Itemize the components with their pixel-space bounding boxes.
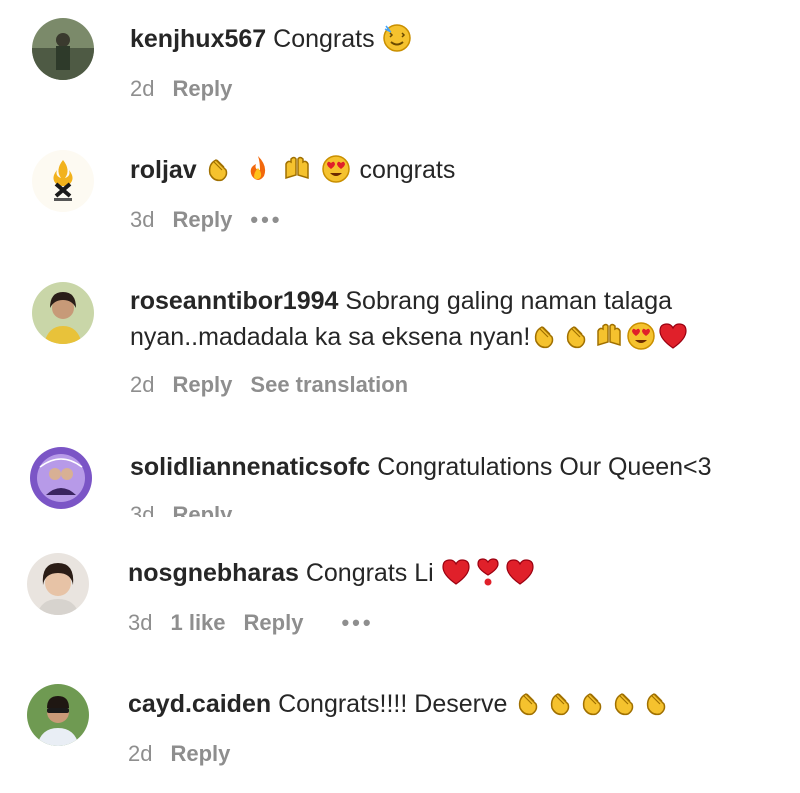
comment-age: 3d xyxy=(128,610,153,635)
more-options-icon[interactable]: ••• xyxy=(341,610,373,635)
comment-text: Sobrang galing naman talaga xyxy=(345,287,673,315)
clap-emoji-icon xyxy=(578,688,608,718)
clap-emoji-icon xyxy=(514,688,544,718)
raised-hands-emoji-icon xyxy=(282,154,312,184)
comment-text: Congratulations Our Queen<3 xyxy=(377,453,712,481)
reply-button[interactable]: Reply xyxy=(244,610,304,635)
reply-button[interactable]: Reply xyxy=(172,207,232,232)
heart-eyes-emoji-icon xyxy=(321,154,351,184)
comment-text: Congrats!!!! Deserve xyxy=(278,690,508,718)
crop-edge xyxy=(0,517,800,529)
fire-emoji-icon xyxy=(243,154,273,184)
heart-exclamation-emoji-icon xyxy=(473,557,503,587)
clap-emoji-icon xyxy=(530,321,560,351)
avatar[interactable] xyxy=(32,18,94,80)
more-options-icon[interactable]: ••• xyxy=(250,207,282,232)
comment-text: Congrats Li xyxy=(305,559,434,587)
comment-age: 3d xyxy=(130,207,155,232)
avatar[interactable] xyxy=(27,684,89,746)
username[interactable]: solidliannenaticsofc xyxy=(130,453,370,481)
username[interactable]: roseanntibor1994 xyxy=(130,287,338,315)
see-translation-button[interactable]: See translation xyxy=(250,372,408,397)
username[interactable]: nosgnebharas xyxy=(128,559,299,587)
clap-emoji-icon xyxy=(546,688,576,718)
username[interactable]: cayd.caiden xyxy=(128,690,271,718)
avatar[interactable] xyxy=(32,150,94,212)
raised-hands-emoji-icon xyxy=(594,321,624,351)
avatar[interactable] xyxy=(27,553,89,615)
comment-age: 2d xyxy=(128,741,153,766)
red-heart-emoji-icon xyxy=(441,557,471,587)
avatar[interactable] xyxy=(30,447,92,509)
comment-age: 2d xyxy=(130,76,155,101)
username[interactable]: roljav xyxy=(130,156,197,184)
comment-text-continued: nyan..madadala ka sa eksena nyan! xyxy=(130,323,531,351)
comment-age: 2d xyxy=(130,372,155,397)
red-heart-emoji-icon xyxy=(658,321,688,351)
comment-text: Congrats xyxy=(273,25,375,53)
clap-emoji-icon xyxy=(610,688,640,718)
red-heart-emoji-icon xyxy=(505,557,535,587)
comment-text: congrats xyxy=(359,156,456,184)
heart-eyes-emoji-icon xyxy=(626,321,656,351)
reply-button[interactable]: Reply xyxy=(170,741,230,766)
clap-emoji-icon xyxy=(204,154,234,184)
avatar[interactable] xyxy=(32,282,94,344)
like-count[interactable]: 1 like xyxy=(170,610,225,635)
username[interactable]: kenjhux567 xyxy=(130,25,266,53)
clap-emoji-icon xyxy=(642,688,672,718)
reply-button[interactable]: Reply xyxy=(172,76,232,101)
reply-button[interactable]: Reply xyxy=(172,372,232,397)
starstruck-emoji-icon xyxy=(382,23,412,53)
clap-emoji-icon xyxy=(562,321,592,351)
